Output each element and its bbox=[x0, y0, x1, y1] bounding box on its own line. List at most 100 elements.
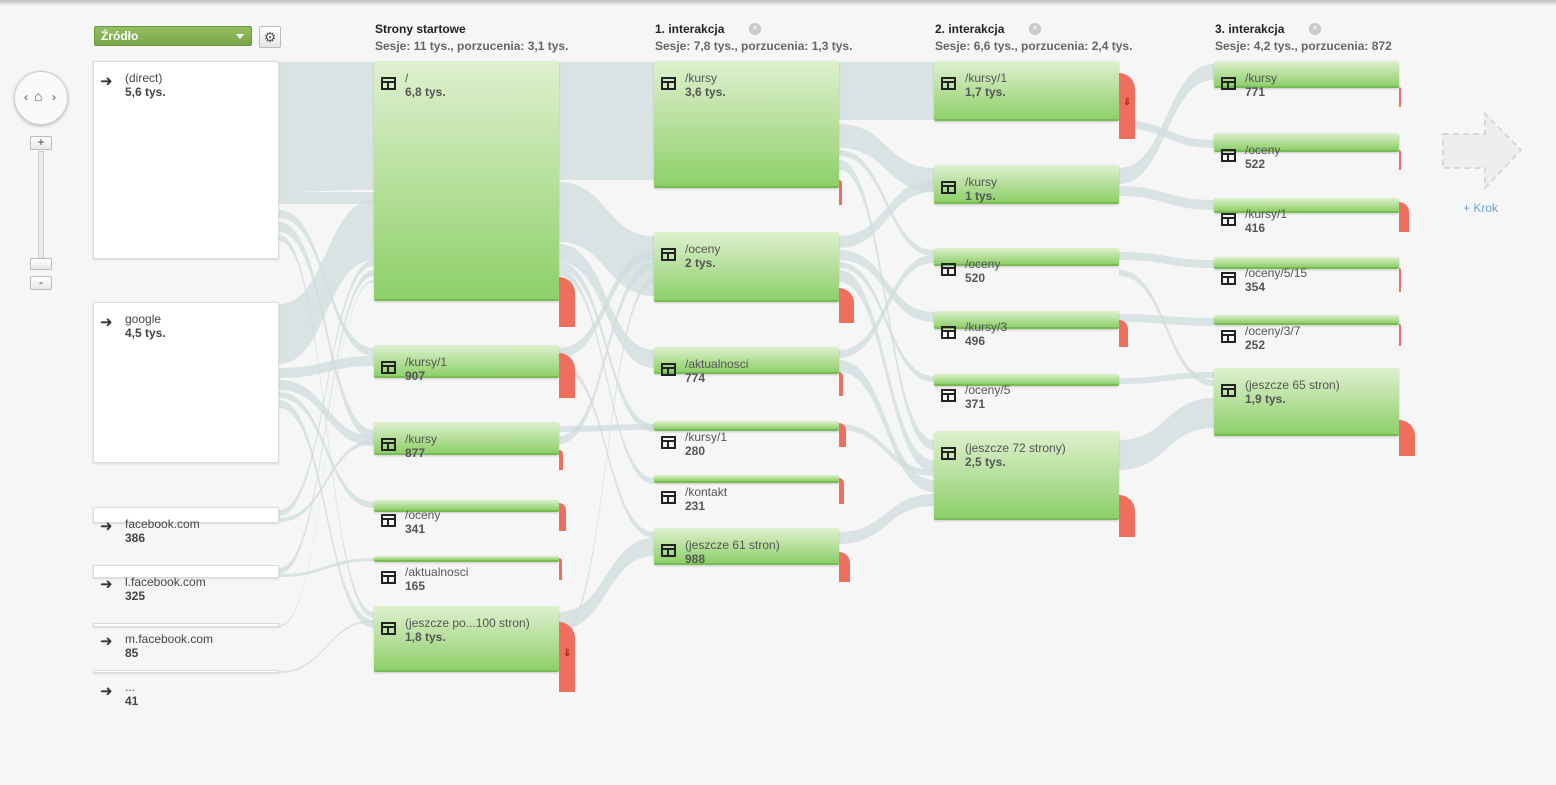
page-node-step1-oceny[interactable] bbox=[654, 232, 839, 302]
home-icon[interactable]: ⌂ bbox=[34, 88, 42, 104]
page-node-start-aktualnosci[interactable] bbox=[374, 556, 559, 562]
node-label: /6,8 tys. bbox=[405, 71, 446, 99]
flow-link[interactable] bbox=[1119, 398, 1214, 470]
drop-off-indicator[interactable] bbox=[1399, 87, 1401, 107]
flow-link[interactable] bbox=[1119, 186, 1214, 210]
drop-off-indicator[interactable] bbox=[839, 478, 844, 504]
column-header-step-3: 3. interakcja Sesje: 4,2 tys., porzuceni… bbox=[1215, 22, 1392, 53]
page-icon bbox=[381, 438, 396, 451]
page-node-step2-kursy-3[interactable] bbox=[934, 311, 1119, 329]
chevron-down-icon bbox=[236, 34, 244, 39]
page-icon bbox=[661, 248, 676, 261]
page-node-step3-kursy[interactable] bbox=[1214, 61, 1399, 88]
node-label: /aktualnosci 774 bbox=[685, 357, 749, 385]
source-node-m-facebook[interactable] bbox=[93, 623, 279, 627]
column-stats: Sesje: 4,2 tys., porzucenia: 872 bbox=[1215, 39, 1392, 53]
zoom-out-button[interactable]: - bbox=[30, 276, 52, 290]
page-node-start-oceny[interactable] bbox=[374, 500, 559, 512]
entrance-arrow-icon: ➜ bbox=[100, 518, 113, 535]
drop-off-indicator[interactable] bbox=[839, 423, 846, 447]
drop-off-indicator[interactable] bbox=[839, 180, 842, 205]
settings-button[interactable]: ⚙ bbox=[259, 26, 281, 48]
page-node-step3-kursy-1[interactable] bbox=[1214, 198, 1399, 213]
flow-link[interactable] bbox=[839, 494, 934, 544]
dimension-dropdown-label: Źródło bbox=[101, 29, 139, 43]
node-label: /oceny/3/7 252 bbox=[1245, 324, 1301, 352]
page-icon bbox=[941, 447, 956, 460]
drop-off-indicator[interactable] bbox=[559, 450, 563, 470]
page-node-start-root[interactable] bbox=[374, 61, 559, 301]
page-node-step2-kursy-1[interactable] bbox=[934, 61, 1119, 121]
page-icon bbox=[381, 77, 396, 90]
chevron-left-icon[interactable]: ‹ bbox=[24, 90, 28, 104]
page-icon bbox=[941, 77, 956, 90]
page-icon bbox=[381, 514, 396, 527]
drop-off-indicator[interactable] bbox=[839, 552, 850, 582]
source-label: facebook.com 386 bbox=[125, 517, 200, 545]
chevron-right-icon[interactable]: › bbox=[52, 90, 56, 104]
page-icon bbox=[941, 389, 956, 402]
page-icon bbox=[1221, 149, 1236, 162]
flow-link[interactable] bbox=[559, 62, 654, 180]
close-icon[interactable]: × bbox=[1029, 23, 1041, 35]
node-label: /aktualnosci 165 bbox=[405, 565, 469, 593]
page-node-step3-oceny-3-7[interactable] bbox=[1214, 315, 1399, 325]
drop-off-indicator[interactable] bbox=[1399, 268, 1401, 292]
flow-link[interactable] bbox=[279, 620, 374, 673]
drop-off-indicator[interactable] bbox=[1399, 324, 1401, 346]
drop-off-indicator[interactable] bbox=[839, 372, 843, 396]
flow-link[interactable] bbox=[1119, 270, 1214, 386]
node-label: (jeszcze 65 stron) 1,9 tys. bbox=[1245, 378, 1340, 406]
node-label: /oceny 520 bbox=[965, 257, 1001, 285]
page-icon bbox=[1221, 213, 1236, 226]
page-icon bbox=[1221, 77, 1236, 90]
close-icon[interactable]: × bbox=[749, 23, 761, 35]
node-label: /kursy 877 bbox=[405, 432, 438, 460]
zoom-in-button[interactable]: + bbox=[30, 136, 52, 150]
drop-off-indicator[interactable] bbox=[1399, 150, 1401, 170]
node-label: (jeszcze 61 stron) 988 bbox=[685, 538, 780, 566]
pan-control[interactable]: ‹ ⌂ › bbox=[14, 71, 68, 125]
zoom-slider-handle[interactable] bbox=[30, 258, 52, 270]
page-node-start-kursy[interactable] bbox=[374, 422, 559, 455]
page-node-step3-oceny[interactable] bbox=[1214, 133, 1399, 152]
flow-link[interactable] bbox=[279, 192, 374, 204]
page-node-step1-kontakt[interactable] bbox=[654, 475, 839, 483]
dimension-dropdown[interactable]: Źródło bbox=[94, 26, 252, 46]
drop-off-indicator[interactable] bbox=[559, 503, 566, 531]
page-node-step1-kursy-1[interactable] bbox=[654, 421, 839, 431]
page-icon bbox=[661, 77, 676, 90]
drop-off-indicator[interactable] bbox=[559, 558, 562, 580]
page-node-step1-kursy[interactable] bbox=[654, 61, 839, 188]
source-node-google[interactable] bbox=[93, 302, 279, 463]
page-node-step2-oceny[interactable] bbox=[934, 248, 1119, 266]
flow-link[interactable] bbox=[839, 62, 934, 120]
page-node-step2-kursy[interactable] bbox=[934, 165, 1119, 204]
flow-link[interactable] bbox=[1119, 314, 1214, 326]
flow-link[interactable] bbox=[279, 62, 374, 192]
drop-off-indicator[interactable] bbox=[559, 353, 575, 398]
flow-link[interactable] bbox=[839, 180, 934, 248]
drop-off-indicator[interactable] bbox=[559, 277, 575, 327]
flow-link[interactable] bbox=[559, 538, 654, 630]
add-step-link[interactable]: + Krok bbox=[1463, 201, 1498, 215]
gear-icon: ⚙ bbox=[263, 29, 277, 45]
page-node-step2-oceny-5[interactable] bbox=[934, 374, 1119, 386]
drop-off-indicator[interactable] bbox=[1399, 202, 1409, 232]
flow-link[interactable] bbox=[1119, 252, 1214, 268]
add-step-arrow-icon[interactable] bbox=[1441, 112, 1525, 192]
source-node-other[interactable] bbox=[93, 670, 279, 673]
drop-off-indicator[interactable] bbox=[1119, 320, 1128, 347]
source-label: (direct) 5,6 tys. bbox=[125, 71, 166, 99]
column-title: Strony startowe bbox=[375, 22, 466, 36]
close-icon[interactable]: × bbox=[1309, 23, 1321, 35]
node-label: (jeszcze po...100 stron) 1,8 tys. bbox=[405, 616, 530, 644]
node-label: /kontakt 231 bbox=[685, 485, 728, 513]
node-label: /oceny 2 tys. bbox=[685, 242, 721, 270]
source-label: l.facebook.com 325 bbox=[125, 575, 206, 603]
page-node-start-kursy-1[interactable] bbox=[374, 345, 559, 378]
page-icon bbox=[1221, 272, 1236, 285]
source-node-direct[interactable] bbox=[93, 61, 279, 259]
zoom-slider-track[interactable] bbox=[38, 151, 44, 261]
column-stats: Sesje: 6,6 tys., porzucenia: 2,4 tys. bbox=[935, 39, 1133, 53]
